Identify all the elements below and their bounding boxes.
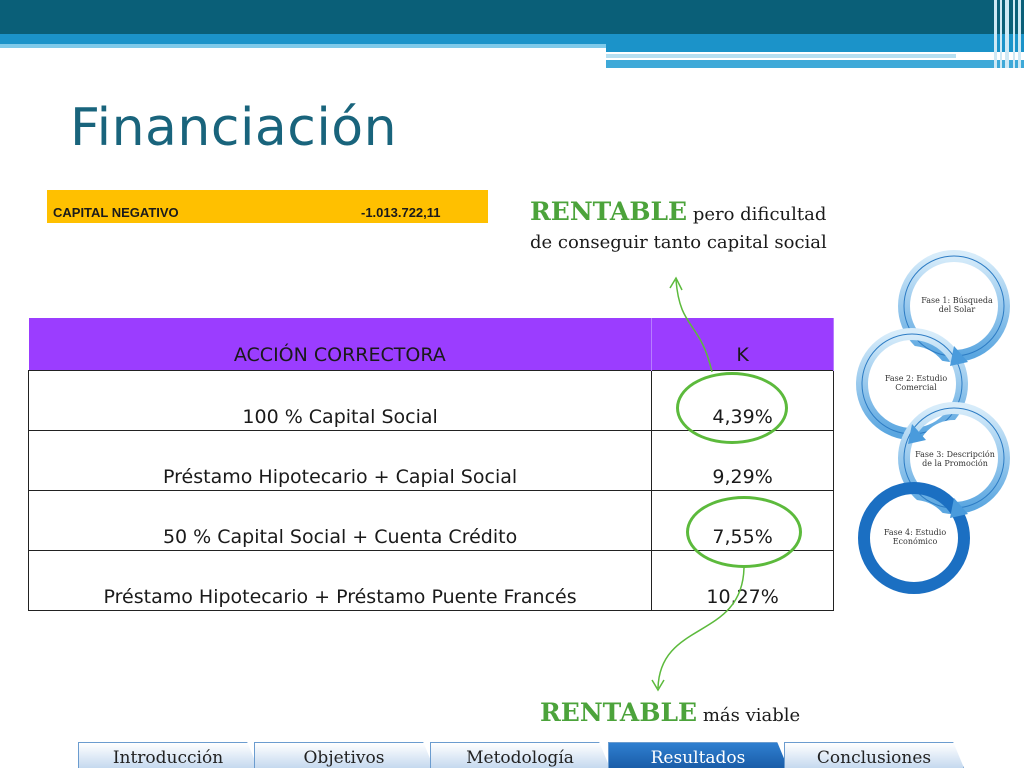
tab-metodologia[interactable]: Metodología — [430, 742, 610, 768]
phase-3-label: Fase 3: Descripción de la Promoción — [915, 450, 995, 468]
phase-2-label: Fase 2: Estudio Comercial — [884, 374, 948, 392]
note-bottom-highlight: RENTABLE — [540, 698, 698, 727]
phase-1-label: Fase 1: Búsqueda del Solar — [921, 296, 993, 314]
tab-introduccion[interactable]: Introducción — [78, 742, 258, 768]
note-bottom: RENTABLE más viable — [540, 698, 800, 727]
section-nav: Introducción Objetivos Metodología Resul… — [78, 742, 964, 768]
tab-objetivos[interactable]: Objetivos — [254, 742, 434, 768]
tab-conclusiones[interactable]: Conclusiones — [784, 742, 964, 768]
phases-diagram: Fase 1: Búsqueda del Solar Fase 2: Estud… — [850, 244, 1020, 604]
tab-resultados[interactable]: Resultados — [608, 742, 788, 768]
arrow-down-icon — [657, 567, 745, 689]
phase-4-label: Fase 4: Estudio Económico — [883, 528, 947, 546]
note-bottom-text: más viable — [697, 705, 801, 726]
arrow-up-icon — [675, 279, 713, 373]
